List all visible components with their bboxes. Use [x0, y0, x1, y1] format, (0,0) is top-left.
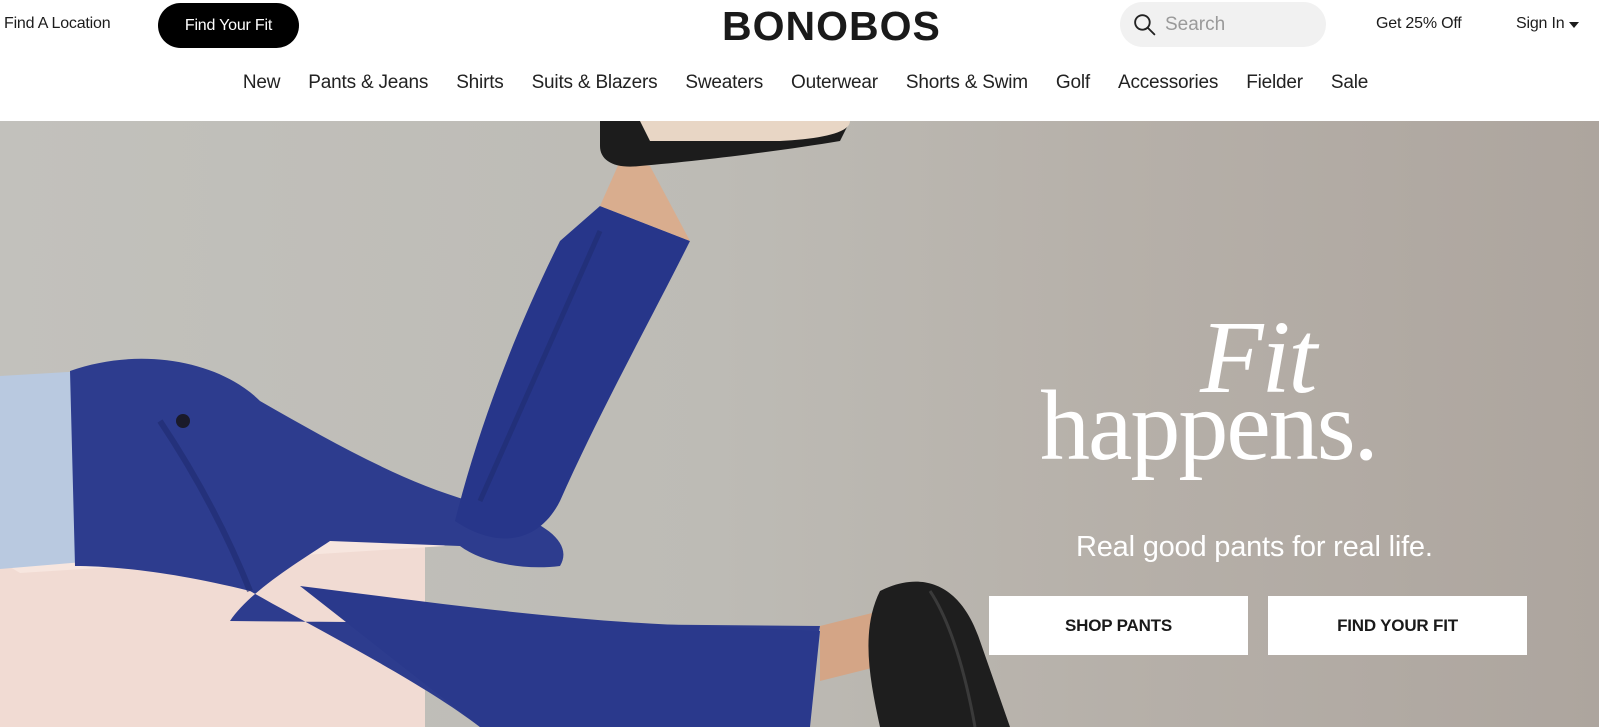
- headline-happens: happens.: [1040, 370, 1379, 481]
- nav-item-fielder[interactable]: Fielder: [1232, 72, 1317, 94]
- nav-item-shirts[interactable]: Shirts: [442, 72, 517, 94]
- find-location-link[interactable]: Find A Location: [4, 15, 111, 33]
- nav-item-accessories[interactable]: Accessories: [1104, 72, 1232, 94]
- sign-in-menu[interactable]: Sign In: [1516, 15, 1580, 33]
- find-your-fit-cta-button[interactable]: FIND YOUR FIT: [1268, 596, 1527, 655]
- nav-item-pants-jeans[interactable]: Pants & Jeans: [294, 72, 442, 94]
- hero-tagline: Real good pants for real life.: [1076, 531, 1433, 563]
- nav-item-sale[interactable]: Sale: [1317, 72, 1382, 94]
- promo-link[interactable]: Get 25% Off: [1376, 15, 1462, 33]
- sign-in-label: Sign In: [1516, 15, 1565, 32]
- top-bar: Find A Location Find Your Fit BONOBOS Ge…: [0, 0, 1599, 50]
- nav-item-sweaters[interactable]: Sweaters: [671, 72, 777, 94]
- find-your-fit-button[interactable]: Find Your Fit: [158, 3, 299, 48]
- category-nav: New Pants & Jeans Shirts Suits & Blazers…: [0, 72, 1599, 106]
- hero-banner[interactable]: Fit happens. Real good pants for real li…: [0, 121, 1599, 727]
- search-input[interactable]: [1165, 13, 1315, 36]
- nav-item-shorts-swim[interactable]: Shorts & Swim: [892, 72, 1042, 94]
- search-box[interactable]: [1120, 2, 1326, 47]
- shop-pants-button[interactable]: SHOP PANTS: [989, 596, 1248, 655]
- brand-logo[interactable]: BONOBOS: [722, 3, 972, 50]
- chevron-down-icon: [1569, 22, 1580, 28]
- nav-item-new[interactable]: New: [229, 72, 294, 94]
- search-icon: [1134, 14, 1156, 36]
- nav-item-suits-blazers[interactable]: Suits & Blazers: [518, 72, 672, 94]
- nav-item-golf[interactable]: Golf: [1042, 72, 1104, 94]
- nav-item-outerwear[interactable]: Outerwear: [777, 72, 892, 94]
